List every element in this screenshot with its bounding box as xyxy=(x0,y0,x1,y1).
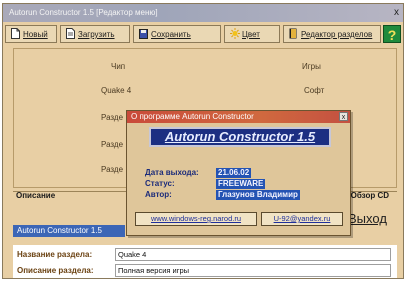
window-close-icon[interactable]: x xyxy=(394,4,399,22)
status-value: FREEWARE xyxy=(216,179,266,189)
about-title: О программе Autorun Constructor xyxy=(131,112,254,121)
about-banner-text: Autorun Constructor 1.5 xyxy=(164,129,316,144)
status-label: Статус: xyxy=(145,179,175,188)
panel-label: Quake 4 xyxy=(101,86,132,95)
save-button[interactable]: Сохранить xyxy=(133,25,221,43)
window-title: Autorun Constructor 1.5 [Редактор меню] xyxy=(9,8,158,17)
release-date-value: 21.06.02 xyxy=(216,168,252,178)
book-icon xyxy=(289,28,298,39)
open-file-icon xyxy=(66,28,75,39)
load-button[interactable]: Загрузить xyxy=(60,25,130,43)
section-name-field[interactable]: Quake 4 xyxy=(115,248,391,261)
section-name-label: Название раздела: xyxy=(17,250,93,259)
description-label: Описание xyxy=(16,191,56,200)
about-banner: Autorun Constructor 1.5 xyxy=(149,127,331,147)
panel-label: Разде xyxy=(101,140,124,149)
about-close-icon[interactable]: x xyxy=(339,112,348,121)
email-link[interactable]: U-92@yandex.ru xyxy=(261,212,343,226)
exit-label: Выход xyxy=(348,211,387,226)
save-icon xyxy=(139,28,148,39)
exit-button[interactable]: Выход xyxy=(348,211,387,226)
panel-label: Разде xyxy=(101,113,124,122)
author-label: Автор: xyxy=(145,190,172,199)
form-row: Описание раздела: Полная версия игры xyxy=(13,264,393,278)
form-row: Название раздела: Quake 4 xyxy=(13,248,393,262)
release-date-label: Дата выхода: xyxy=(145,168,199,177)
about-dialog: О программе Autorun Constructor x Autoru… xyxy=(126,110,351,236)
color-button[interactable]: Цвет xyxy=(224,25,280,43)
panel-label: Игры xyxy=(302,62,321,71)
section-editor-button[interactable]: Редактор разделов xyxy=(283,25,381,43)
document-icon xyxy=(11,28,20,39)
section-form: Название раздела: Quake 4 Описание разде… xyxy=(13,245,397,278)
section-desc-label: Описание раздела: xyxy=(17,266,94,275)
help-button[interactable]: ? xyxy=(383,25,401,43)
cd-review-label: Обзор CD xyxy=(350,191,389,200)
status-bar: Autorun Constructor 1.5 xyxy=(13,225,125,237)
color-icon xyxy=(230,28,240,39)
panel-label: Разде xyxy=(101,165,124,174)
author-value: Глазунов Владимир xyxy=(216,190,300,200)
about-title-bar: О программе Autorun Constructor x xyxy=(127,111,350,123)
panel-label: Софт xyxy=(304,86,325,95)
website-link[interactable]: www.windows-reg.narod.ru xyxy=(135,212,257,226)
toolbar: Новый Загрузить Сохранить Цвет Редактор … xyxy=(5,25,401,44)
title-bar: Autorun Constructor 1.5 [Редактор меню] … xyxy=(3,4,403,22)
new-button[interactable]: Новый xyxy=(5,25,57,43)
panel-label: Чип xyxy=(111,62,126,71)
section-desc-field[interactable]: Полная версия игры xyxy=(115,264,391,277)
